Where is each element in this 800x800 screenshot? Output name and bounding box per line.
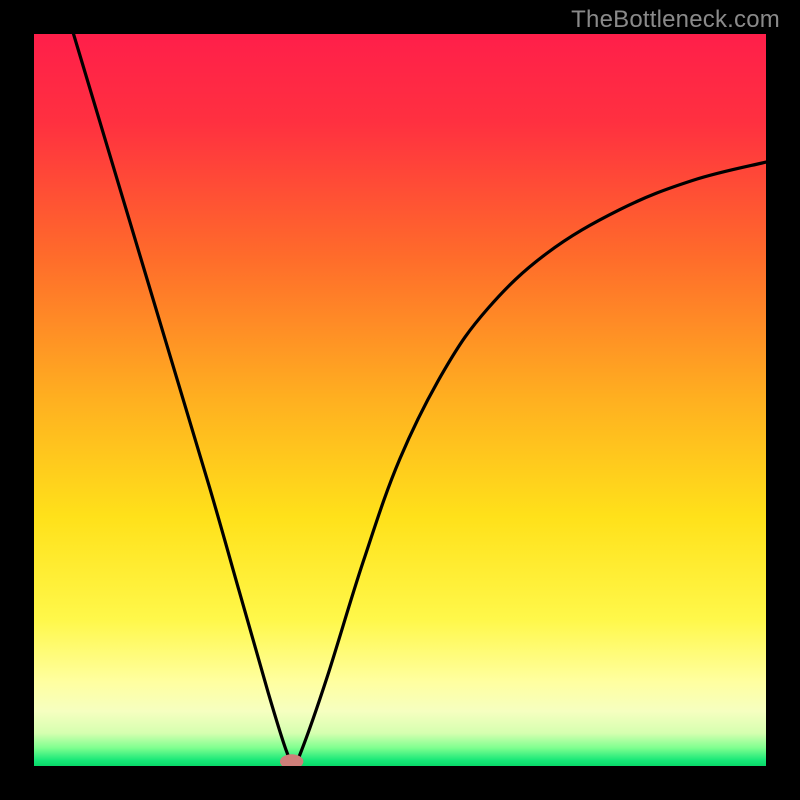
chart-frame: TheBottleneck.com bbox=[0, 0, 800, 800]
plot-area bbox=[34, 34, 766, 766]
gradient-background bbox=[34, 34, 766, 766]
bottleneck-chart bbox=[34, 34, 766, 766]
watermark-text: TheBottleneck.com bbox=[571, 6, 780, 34]
